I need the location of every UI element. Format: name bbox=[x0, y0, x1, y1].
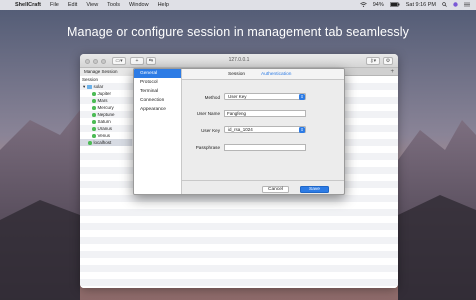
username-label: User Name bbox=[196, 111, 220, 116]
window-title: 127.0.0.1 bbox=[228, 57, 250, 63]
method-label: Method bbox=[204, 95, 220, 100]
sidebar-item-appearance[interactable]: Appearance bbox=[134, 105, 181, 114]
chevron-updown-icon: ⇕ bbox=[299, 127, 305, 133]
tree-item-jupiter[interactable]: Jupiter bbox=[80, 90, 132, 97]
save-button[interactable]: Save bbox=[300, 186, 329, 193]
tree-item-venus[interactable]: Venus bbox=[80, 132, 132, 139]
tab-session[interactable]: Session bbox=[228, 72, 245, 77]
status-dot-icon bbox=[92, 92, 96, 96]
clock[interactable]: Sat 9:16 PM bbox=[406, 2, 436, 8]
userkey-label: User Key bbox=[201, 128, 220, 133]
sidebar-item-terminal[interactable]: Terminal bbox=[134, 87, 181, 96]
cancel-button[interactable]: Cancel bbox=[262, 186, 289, 193]
menu-tools[interactable]: Tools bbox=[107, 2, 120, 8]
tree-header: Session bbox=[82, 77, 99, 82]
tree-item-saturn[interactable]: Saturn bbox=[80, 118, 132, 125]
wifi-icon[interactable] bbox=[359, 1, 367, 9]
menu-view[interactable]: View bbox=[86, 2, 98, 8]
tab-authentication[interactable]: Authentication bbox=[261, 72, 291, 77]
window-titlebar: ▭▾ + ⇆ 127.0.0.1 ⚷▾ ⚙ bbox=[80, 54, 398, 68]
tree-item-mars[interactable]: Mars bbox=[80, 97, 132, 104]
userkey-select[interactable]: id_rsa_1024 ⇕ bbox=[224, 126, 306, 133]
tree-item-localhost[interactable]: localhost bbox=[80, 139, 132, 146]
status-dot-icon bbox=[92, 113, 96, 117]
session-settings-dialog: General Protocol Terminal Connection App… bbox=[133, 68, 345, 195]
status-dot-icon bbox=[88, 141, 92, 145]
dialog-footer: Cancel Save bbox=[182, 180, 344, 194]
status-dot-icon bbox=[92, 127, 96, 131]
tree-folder-solar[interactable]: ▾ solar bbox=[80, 83, 132, 90]
sidebar-item-connection[interactable]: Connection bbox=[134, 96, 181, 105]
settings-content: Session Authentication Method User Key ⇕… bbox=[182, 69, 344, 194]
tree-item-uranus[interactable]: Uranus bbox=[80, 125, 132, 132]
tree-item-mercury[interactable]: Mercury bbox=[80, 104, 132, 111]
app-name-menu[interactable]: ShellCraft bbox=[15, 2, 41, 8]
settings-tabs: Session Authentication bbox=[182, 69, 344, 80]
battery-percent: 94% bbox=[372, 2, 384, 8]
key-button[interactable]: ⚷▾ bbox=[366, 57, 380, 65]
tree-item-neptune[interactable]: Neptune bbox=[80, 111, 132, 118]
status-dot-icon bbox=[92, 106, 96, 110]
chevron-updown-icon: ⇕ bbox=[299, 94, 305, 100]
sidebar-item-general[interactable]: General bbox=[134, 69, 181, 78]
userkey-value: id_rsa_1024 bbox=[228, 127, 253, 132]
new-tab-plus-icon[interactable]: + bbox=[390, 68, 394, 76]
sidebar-item-protocol[interactable]: Protocol bbox=[134, 78, 181, 87]
passphrase-field[interactable] bbox=[224, 144, 306, 151]
search-icon[interactable] bbox=[442, 1, 447, 9]
list-icon[interactable] bbox=[464, 2, 470, 9]
session-tree: Session ▾ solar Jupiter Mars Mercury Nep… bbox=[80, 76, 132, 146]
promo-headline: Manage or configure session in managemen… bbox=[67, 25, 409, 39]
menu-file[interactable]: File bbox=[50, 2, 59, 8]
method-select[interactable]: User Key ⇕ bbox=[224, 93, 306, 100]
menu-help[interactable]: Help bbox=[158, 2, 169, 8]
gear-icon[interactable]: ⚙ bbox=[383, 57, 393, 65]
settings-sidebar: General Protocol Terminal Connection App… bbox=[134, 69, 182, 194]
passphrase-label: Passphrase bbox=[195, 145, 220, 150]
macos-menubar: ShellCraft File Edit View Tools Window H… bbox=[0, 0, 476, 10]
menu-window[interactable]: Window bbox=[129, 2, 149, 8]
status-dot-icon bbox=[92, 99, 96, 103]
status-dot-icon bbox=[92, 134, 96, 138]
siri-icon[interactable] bbox=[453, 1, 458, 9]
menu-edit[interactable]: Edit bbox=[68, 2, 77, 8]
username-field[interactable]: Fangfeng bbox=[224, 110, 306, 117]
status-dot-icon bbox=[92, 120, 96, 124]
method-value: User Key bbox=[228, 94, 247, 99]
battery-icon[interactable] bbox=[389, 1, 400, 9]
disclosure-triangle-icon[interactable]: ▾ bbox=[83, 84, 85, 89]
folder-icon bbox=[86, 85, 92, 89]
